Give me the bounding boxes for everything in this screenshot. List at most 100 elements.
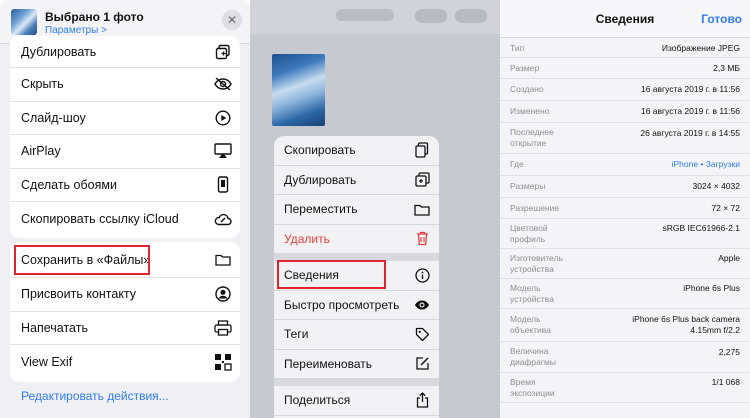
duplicate-icon bbox=[214, 43, 232, 61]
action-label: Скрыть bbox=[21, 77, 64, 92]
info-row: Тип Изображение JPEG bbox=[500, 38, 750, 58]
printer-icon bbox=[214, 319, 232, 337]
info-key: Создано bbox=[510, 84, 544, 94]
eye-icon bbox=[414, 297, 430, 313]
airplay-icon bbox=[214, 142, 232, 160]
blurred-title bbox=[336, 9, 394, 21]
info-row: Изменено 16 августа 2019 г. в 11:56 bbox=[500, 100, 750, 123]
action-assign-contact[interactable]: Присвоить контакту bbox=[10, 278, 240, 312]
context-menu-panel: Скопировать Дублировать Переместить Удал… bbox=[250, 0, 500, 418]
info-value: 16 августа 2019 г. в 11:56 bbox=[640, 84, 740, 94]
action-duplicate[interactable]: Дублировать bbox=[10, 36, 240, 68]
info-row: Создано 16 августа 2019 г. в 11:56 bbox=[500, 78, 750, 101]
info-row: Размеры 3024 × 4032 bbox=[500, 175, 750, 198]
action-print[interactable]: Напечатать bbox=[10, 312, 240, 345]
tag-icon bbox=[414, 326, 430, 342]
menu-item-label: Удалить bbox=[284, 231, 330, 246]
menu-item-info[interactable]: Сведения bbox=[274, 261, 439, 291]
close-button[interactable]: ✕ bbox=[222, 10, 242, 30]
action-wallpaper[interactable]: Сделать обоями bbox=[10, 169, 240, 202]
info-row: Модель объектива iPhone 6s Plus back came… bbox=[500, 308, 750, 342]
params-link[interactable]: Параметры > bbox=[45, 25, 107, 36]
menu-item-copy[interactable]: Скопировать bbox=[274, 136, 439, 166]
contact-icon bbox=[214, 285, 232, 303]
info-key: Модель объектива bbox=[510, 314, 551, 335]
share-icon bbox=[414, 392, 430, 408]
action-copy-icloud-link[interactable]: Скопировать ссылку iCloud bbox=[10, 202, 240, 236]
photo-thumbnail bbox=[11, 9, 37, 35]
action-label: Слайд-шоу bbox=[21, 110, 86, 125]
menu-separator bbox=[274, 379, 439, 386]
info-value: Изображение JPEG bbox=[661, 42, 740, 53]
info-value: 2,275 bbox=[718, 346, 740, 357]
info-value: iPhone 6s Plus bbox=[683, 283, 740, 293]
menu-item-rename[interactable]: Переименовать bbox=[274, 350, 439, 379]
duplicate-icon bbox=[414, 172, 430, 188]
done-button[interactable]: Готово bbox=[701, 12, 742, 26]
screenshot-root: Выбрано 1 фото Параметры > ✕ Дублировать… bbox=[0, 0, 750, 418]
info-row: Величина диафрагмы 2,275 bbox=[500, 341, 750, 373]
action-view-exif[interactable]: View Exif bbox=[10, 345, 240, 379]
menu-item-label: Поделиться bbox=[284, 393, 351, 408]
context-menu: Скопировать Дублировать Переместить Удал… bbox=[274, 136, 439, 418]
menu-item-label: Переместить bbox=[284, 202, 358, 217]
info-key: Изготовитель устройства bbox=[510, 252, 563, 274]
action-label: Присвоить контакту bbox=[21, 287, 137, 302]
info-value: Apple bbox=[718, 253, 740, 263]
menu-item-label: Теги bbox=[284, 327, 309, 342]
info-row: Последнее открытие 26 августа 2019 г. в 1… bbox=[500, 122, 750, 154]
edit-actions-link[interactable]: Редактировать действия... bbox=[21, 389, 169, 403]
menu-item-delete[interactable]: Удалить bbox=[274, 225, 439, 254]
info-row: Разрешение 72 × 72 bbox=[500, 197, 750, 219]
action-airplay[interactable]: AirPlay bbox=[10, 135, 240, 169]
menu-item-quick-look[interactable]: Быстро просмотреть bbox=[274, 291, 439, 320]
info-row: Модель устройства iPhone 6s Plus bbox=[500, 278, 750, 309]
info-value: 3024 × 4032 bbox=[692, 181, 740, 191]
action-save-to-files[interactable]: Сохранить в «Файлы» bbox=[10, 242, 240, 278]
info-key: Величина диафрагмы bbox=[510, 346, 556, 367]
info-row: Время экспозиции 1/1 068 bbox=[500, 372, 750, 403]
blurred-button bbox=[415, 9, 447, 23]
info-key: Размеры bbox=[510, 181, 546, 191]
share-sheet-panel: Выбрано 1 фото Параметры > ✕ Дублировать… bbox=[0, 0, 250, 418]
photo-preview bbox=[272, 54, 325, 126]
info-row: Размер 2,3 МБ bbox=[500, 58, 750, 79]
exif-icon bbox=[214, 353, 232, 371]
info-list: Тип Изображение JPEG Размер 2,3 МБ Создано 16… bbox=[500, 38, 750, 403]
link-cloud-icon bbox=[214, 210, 232, 228]
blurred-toolbar bbox=[250, 0, 500, 34]
action-hide[interactable]: Скрыть bbox=[10, 68, 240, 102]
menu-separator bbox=[274, 254, 439, 261]
action-label: Сделать обоями bbox=[21, 177, 117, 192]
info-value: 16 августа 2019 г. в 11:56 bbox=[640, 106, 740, 116]
menu-item-duplicate[interactable]: Дублировать bbox=[274, 166, 439, 195]
menu-item-share[interactable]: Поделиться bbox=[274, 386, 439, 416]
phone-icon bbox=[214, 176, 232, 194]
menu-item-label: Переименовать bbox=[284, 356, 372, 371]
info-value: 26 августа 2019 г. в 14:55 bbox=[640, 127, 740, 138]
menu-item-label: Быстро просмотреть bbox=[284, 297, 400, 312]
info-row: Цветовой профиль sRGB IEC61966-2.1 bbox=[500, 218, 750, 249]
info-key: Где bbox=[510, 159, 524, 169]
menu-item-label: Скопировать bbox=[284, 143, 356, 158]
action-label: Сохранить в «Файлы» bbox=[21, 252, 151, 267]
info-value: iPhone 6s Plus back camera 4.15mm f/2.2 bbox=[632, 314, 740, 335]
info-key: Цветовой профиль bbox=[510, 222, 548, 244]
info-key: Тип bbox=[510, 42, 525, 53]
info-key: Последнее открытие bbox=[510, 127, 554, 148]
action-label: Дублировать bbox=[21, 44, 97, 59]
actions-group-1: Дублировать Скрыть Слайд-шоу AirPlay Сде… bbox=[10, 36, 240, 238]
info-key: Изменено bbox=[510, 106, 550, 116]
action-slideshow[interactable]: Слайд-шоу bbox=[10, 102, 240, 135]
info-location-link[interactable]: iPhone • Загрузки bbox=[672, 159, 740, 170]
trash-icon bbox=[414, 231, 430, 247]
menu-item-move[interactable]: Переместить bbox=[274, 195, 439, 225]
menu-item-tags[interactable]: Теги bbox=[274, 320, 439, 350]
blurred-button bbox=[455, 9, 487, 23]
info-key: Размер bbox=[510, 62, 540, 73]
action-label: View Exif bbox=[21, 354, 73, 369]
folder-icon bbox=[414, 201, 430, 217]
hide-eye-icon bbox=[214, 75, 232, 93]
info-row: Изготовитель устройства Apple bbox=[500, 248, 750, 279]
info-panel: Сведения Готово Тип Изображение JPEG Разме… bbox=[500, 0, 750, 418]
